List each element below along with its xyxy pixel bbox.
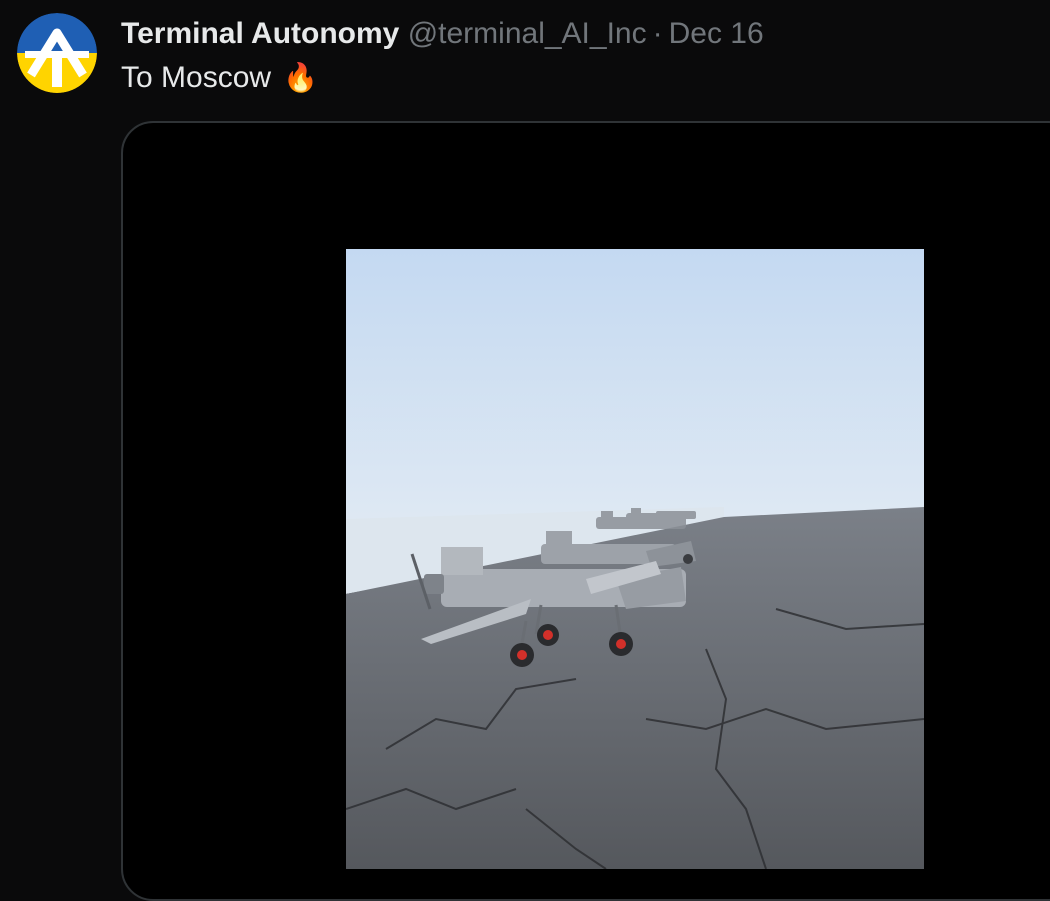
separator-dot: · — [652, 17, 663, 50]
tweet-text-body: To Moscow — [121, 61, 272, 94]
tweet-media-card[interactable] — [121, 121, 1050, 901]
author-handle[interactable]: @terminal_AI_Inc — [408, 17, 647, 50]
author-avatar[interactable] — [17, 13, 97, 93]
tweet-date[interactable]: Dec 16 — [669, 17, 764, 50]
tweet-text: To Moscow 🔥 — [121, 58, 318, 98]
tweet-header: Terminal Autonomy @terminal_AI_Inc · Dec 1… — [121, 14, 764, 54]
media-image — [346, 249, 924, 869]
fire-icon: 🔥 — [283, 62, 319, 93]
author-display-name[interactable]: Terminal Autonomy — [121, 17, 399, 50]
drone-row-photo[interactable] — [346, 249, 924, 869]
terminal-autonomy-logo-icon — [17, 13, 97, 93]
